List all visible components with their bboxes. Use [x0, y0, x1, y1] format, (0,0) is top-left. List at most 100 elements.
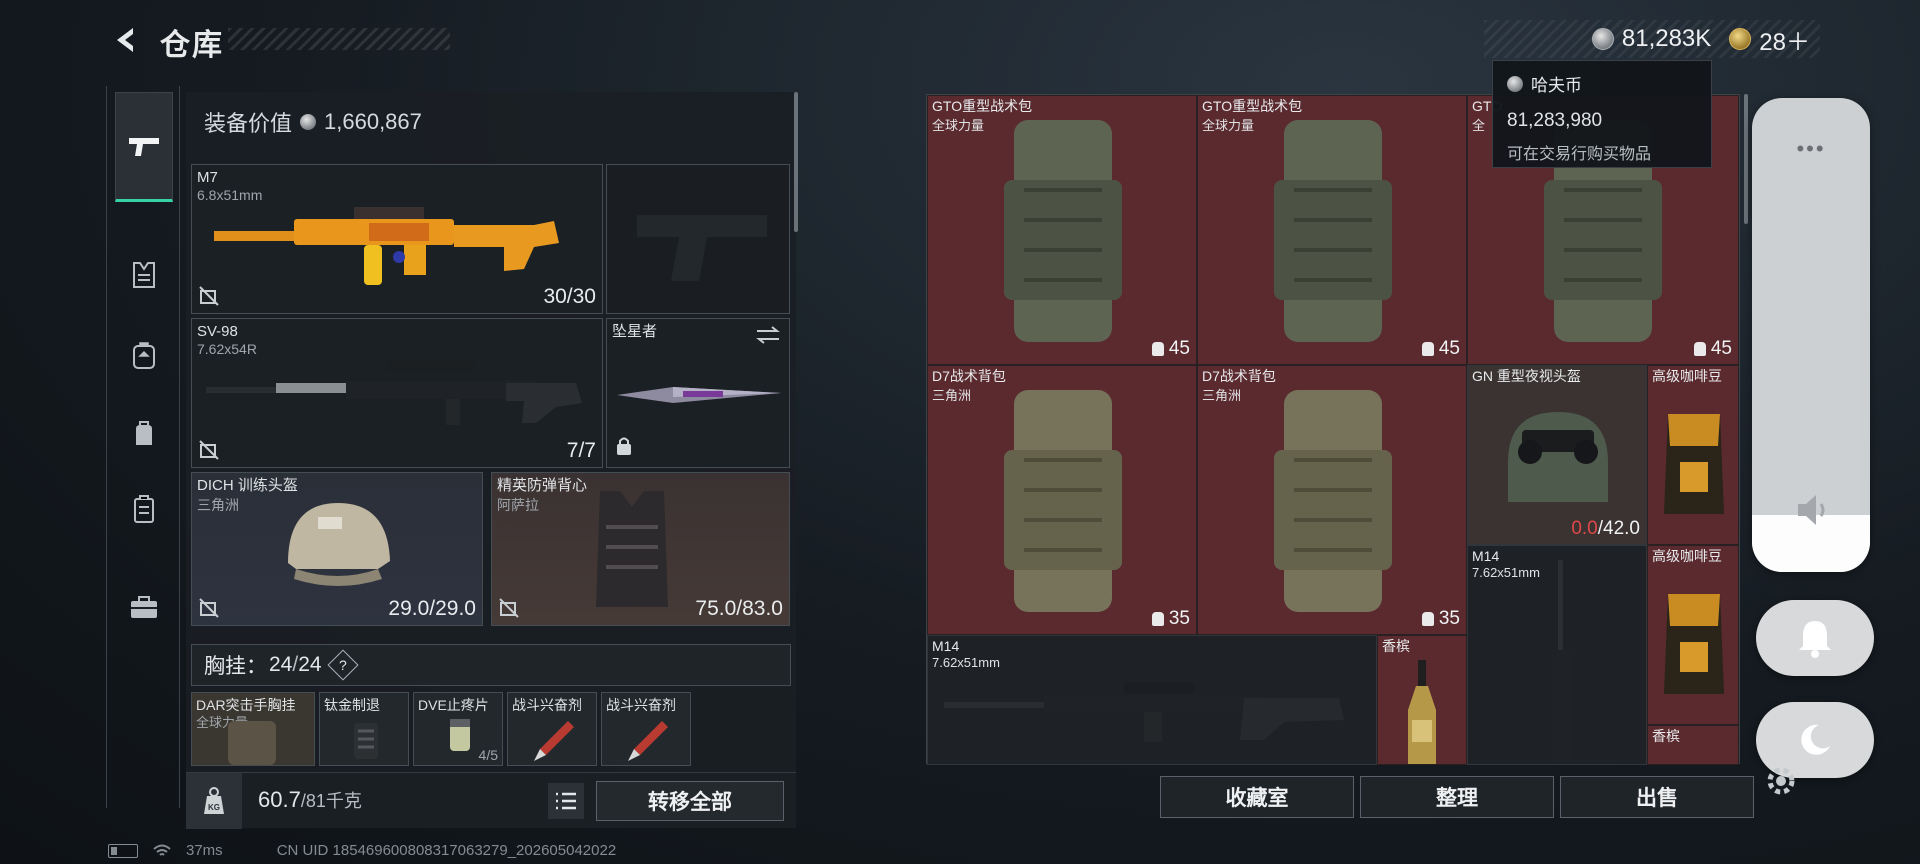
stash-item[interactable]: 香槟 [1377, 635, 1467, 765]
pistol-slot[interactable] [606, 164, 790, 314]
tooltip-description: 可在交易行购买物品 [1507, 146, 1652, 163]
weapon-name: SV-98 [197, 323, 238, 340]
pistol-placeholder-icon [637, 215, 767, 281]
item-name: D7战术背包 [932, 368, 1006, 384]
item-name: M14 [932, 638, 960, 654]
rig-item[interactable]: 战斗兴奋剂 [601, 692, 691, 766]
backpack-icon [1274, 390, 1392, 612]
item-sub: 全球力量 [1202, 118, 1255, 133]
vest-name: 精英防弹背心 [497, 477, 588, 494]
organize-button[interactable]: 整理 [1360, 776, 1554, 818]
item-weight: 35 [1421, 608, 1460, 630]
rail-item-bag[interactable] [115, 404, 173, 462]
collection-room-button[interactable]: 收藏室 [1160, 776, 1354, 818]
backpack-icon [1004, 120, 1122, 342]
volume-slider[interactable]: ••• [1752, 98, 1870, 572]
equipment-panel: 装备价值 1,660,867 M7 6.8x51mm 30/30 SV-98 7… [186, 92, 796, 829]
rail-item-armor[interactable] [115, 246, 173, 304]
sell-button[interactable]: 出售 [1560, 776, 1754, 818]
item-weight: 45 [1693, 338, 1732, 360]
rig-item[interactable]: 钛金制退 [319, 692, 409, 766]
ammo-count: 7/7 [566, 439, 596, 462]
coffee-bag-icon [1664, 594, 1724, 694]
weight-icon: KG [186, 773, 242, 829]
wifi-icon [153, 844, 171, 856]
stash-item[interactable]: 高级咖啡豆 [1647, 365, 1739, 545]
weight-max: /81千克 [300, 791, 362, 811]
sv98-rifle-icon [206, 359, 582, 425]
item-weight: 45 [1421, 338, 1460, 360]
list-view-button[interactable] [548, 783, 584, 819]
equipment-scrollbar[interactable] [794, 92, 798, 232]
secondary-weapon-slot[interactable]: SV-98 7.62x54R 7/7 [191, 318, 603, 468]
rail-item-toolbox[interactable] [115, 578, 173, 636]
rig-item-name: 战斗兴奋剂 [512, 697, 582, 713]
stash-item[interactable]: 高级咖啡豆 [1647, 545, 1739, 725]
knife-icon [617, 387, 781, 403]
swap-icon[interactable] [755, 325, 781, 345]
weight-row: KG 60.7/81千克 转移全部 [186, 772, 796, 829]
rig-item[interactable]: DAR突击手胸挂 全球力量 [191, 692, 315, 766]
item-name: D7战术背包 [1202, 368, 1276, 384]
weight-icon [1151, 342, 1164, 356]
battery-icon [108, 843, 138, 858]
rail-item-weapons[interactable] [115, 92, 173, 202]
lock-icon [615, 436, 633, 461]
notification-button[interactable] [1756, 600, 1874, 676]
item-name: M14 [1472, 548, 1500, 564]
rig-help-button[interactable]: ? [327, 649, 359, 681]
stash-item[interactable]: M14 7.62x51mm [927, 635, 1377, 765]
transfer-all-button[interactable]: 转移全部 [596, 781, 784, 821]
weight-current: 60.7 [258, 787, 301, 812]
currency-tooltip: 哈夫币 81,283,980 可在交易行购买物品 [1492, 60, 1712, 168]
helmet-brand: 三角洲 [197, 497, 239, 513]
stash-item[interactable]: D7战术背包 三角洲 35 [1197, 365, 1467, 635]
rig-item[interactable]: 战斗兴奋剂 [507, 692, 597, 766]
primary-weapon-slot[interactable]: M7 6.8x51mm 30/30 [191, 164, 603, 314]
stash-item[interactable]: GTO重型战术包 全球力量 45 [1197, 95, 1467, 365]
item-name: 高级咖啡豆 [1652, 368, 1722, 384]
champagne-bottle-icon [1408, 660, 1436, 764]
no-drop-icon [199, 286, 219, 306]
pistol-icon [129, 138, 159, 156]
rig-capacity: 24/24 [269, 653, 322, 676]
more-options-button[interactable]: ••• [1752, 136, 1870, 162]
helmet-slot[interactable]: DICH 训练头盔 三角洲 29.0/29.0 [191, 472, 483, 626]
item-name: 高级咖啡豆 [1652, 548, 1722, 564]
silver-amount: 81,283K [1621, 25, 1712, 52]
vest-slot[interactable]: 精英防弹背心 阿萨拉 75.0/83.0 [491, 472, 790, 626]
melee-slot[interactable]: 坠星者 [606, 318, 790, 468]
settings-button[interactable] [1764, 764, 1798, 803]
tooltip-title: 哈夫币 [1507, 71, 1697, 96]
item-sub: 7.62x51mm [932, 655, 1000, 670]
chest-rig-bar: 胸挂： 24/24 ? [191, 644, 791, 686]
rail-item-case[interactable] [115, 480, 173, 538]
m7-rifle-icon [214, 207, 559, 285]
helmet-icon [288, 503, 390, 586]
silver-currency[interactable]: 81,283K [1591, 25, 1712, 53]
list-icon [556, 792, 576, 810]
helmet-name: DICH 训练头盔 [197, 477, 298, 494]
stash-item[interactable]: D7战术背包 三角洲 35 [927, 365, 1197, 635]
weight-readout: 60.7/81千克 [258, 787, 362, 813]
rail-item-backpack[interactable] [115, 326, 173, 384]
stash-scrollbar[interactable] [1744, 94, 1748, 224]
item-name: 香槟 [1652, 728, 1680, 744]
stash-item[interactable]: GTO重型战术包 全球力量 45 [927, 95, 1197, 365]
weight-icon [1421, 612, 1434, 626]
status-bar: 37ms CN UID 18546960080831706327​9_20260… [108, 842, 616, 859]
equipment-value-label: 装备价值 [204, 111, 293, 136]
svg-text:KG: KG [208, 803, 220, 812]
muzzle-brake-icon [354, 723, 378, 759]
back-button[interactable] [106, 20, 146, 60]
rig-label: 胸挂： [204, 655, 267, 678]
ping-readout: 37ms [186, 842, 223, 859]
item-durability: 0.0/42.0 [1571, 518, 1640, 539]
stash-item[interactable]: GN 重型夜视头盔 0.0/42.0 [1467, 365, 1647, 545]
gold-currency[interactable]: 28＋ [1729, 22, 1810, 57]
toolbox-icon [131, 596, 157, 618]
rig-item[interactable]: DVE止疼片 4/5 [413, 692, 503, 766]
stash-item[interactable]: 香槟 [1647, 725, 1739, 765]
stash-item[interactable]: M14 7.62x51mm [1467, 545, 1647, 765]
bag-icon [136, 421, 152, 445]
